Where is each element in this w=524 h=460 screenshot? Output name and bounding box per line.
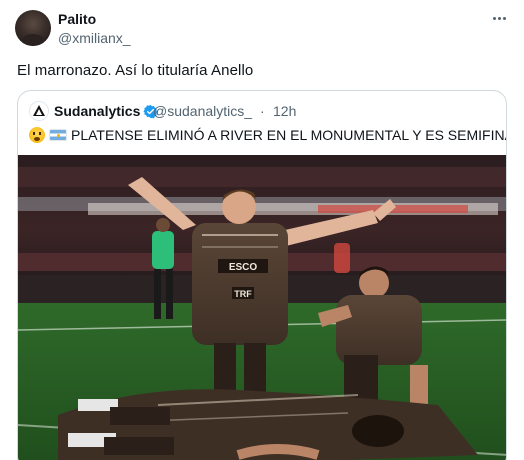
quote-text: PLATENSE ELIMINÓ A RIVER EN EL MONUMENTA… (71, 127, 506, 143)
more-dot (502, 16, 506, 20)
meta-separator: · (260, 103, 265, 119)
tweet-text: El marronazo. Así lo titularía Anello (17, 62, 254, 79)
more-dot (497, 16, 501, 20)
svg-text:ESCO: ESCO (229, 262, 258, 273)
football-celebration-photo[interactable]: ESCO TRF (18, 155, 506, 460)
tweet-container: Palito @xmilianx_ El marronazo. Así lo t… (0, 0, 524, 460)
svg-text:TRF: TRF (234, 289, 252, 299)
more-options-button[interactable] (488, 8, 510, 28)
author-handle[interactable]: @xmilianx_ (58, 30, 131, 46)
sudanalytics-logo-icon-svg (33, 105, 45, 116)
quoted-tweet-card[interactable]: Sudanalytics @sudanalytics_ · 12h PLATEN… (17, 90, 507, 460)
quote-author-display-name[interactable]: Sudanalytics (54, 103, 140, 119)
astonished-face-emoji (29, 127, 45, 143)
more-horizontal-icon (492, 16, 496, 20)
sudanalytics-logo-icon[interactable] (29, 101, 49, 121)
quote-author-handle[interactable]: @sudanalytics_ (153, 103, 252, 119)
quote-text-row: PLATENSE ELIMINÓ A RIVER EN EL MONUMENTA… (29, 127, 506, 143)
quote-timestamp[interactable]: 12h (273, 103, 296, 119)
author-display-name[interactable]: Palito (58, 11, 96, 27)
photo-svg: ESCO TRF (18, 155, 506, 460)
quote-author-name-group[interactable]: Sudanalytics (54, 103, 158, 119)
author-avatar[interactable] (15, 10, 51, 46)
argentina-flag-emoji (49, 129, 67, 141)
